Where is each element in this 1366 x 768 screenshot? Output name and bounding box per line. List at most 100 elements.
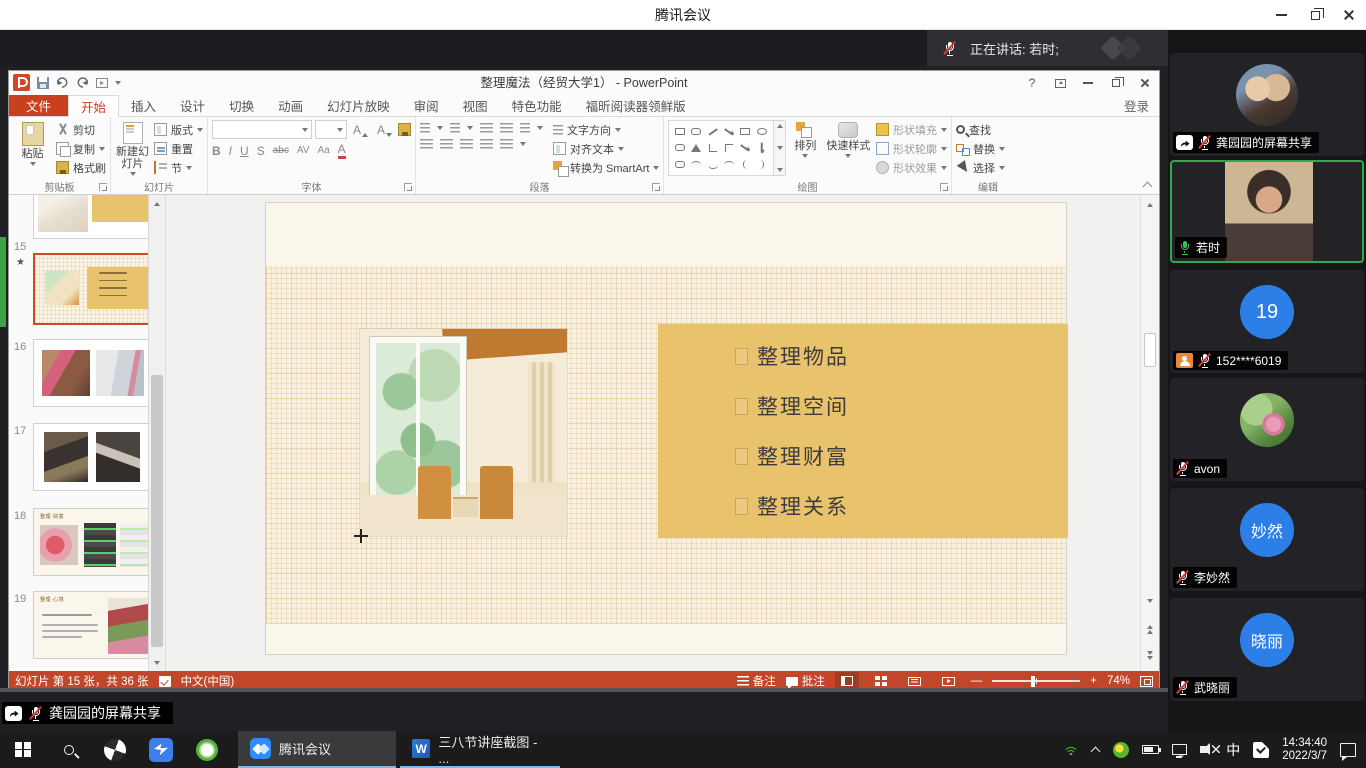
shape-cell[interactable] [757, 128, 767, 135]
font-color-button[interactable]: A [338, 142, 346, 159]
speaker-muted-icon[interactable] [1200, 746, 1207, 753]
paste-button[interactable]: 粘贴 [13, 120, 52, 178]
ppt-minimize-button[interactable] [1073, 71, 1103, 95]
numbering-caret-icon[interactable] [467, 126, 473, 130]
clipboard-dialog-launcher[interactable] [99, 183, 107, 191]
shape-cell[interactable] [725, 128, 734, 135]
shape-cell[interactable] [761, 143, 763, 153]
zoom-out-button[interactable]: — [971, 675, 983, 687]
battery-icon[interactable] [1142, 745, 1159, 754]
line-spacing-caret-icon[interactable] [537, 126, 543, 130]
minimize-button[interactable] [1264, 0, 1298, 30]
canvas-scroll-down[interactable] [1141, 593, 1159, 609]
cut-button[interactable]: 剪切 [56, 120, 106, 139]
slide-thumbnails-pane[interactable]: 15 ★ 16 17 [9, 195, 166, 671]
char-spacing-button[interactable]: AV [297, 145, 310, 156]
columns-icon[interactable] [500, 139, 513, 149]
participant-tile-speaking[interactable]: 若时 [1170, 160, 1364, 263]
thumbnails-scroll-thumb[interactable] [151, 375, 163, 647]
browser-app-button[interactable] [184, 731, 230, 768]
columns-caret-icon[interactable] [520, 142, 526, 146]
ppt-restore-button[interactable] [1101, 71, 1131, 95]
bullets-caret-icon[interactable] [437, 126, 443, 130]
canvas-scroll-up[interactable] [1141, 197, 1159, 213]
participant-tile[interactable]: 晓丽 武晓丽 [1170, 598, 1364, 701]
layout-button[interactable]: 版式 [154, 120, 203, 139]
replace-button[interactable]: 替换 [956, 139, 1005, 158]
arrange-button[interactable]: 排列 [790, 120, 821, 178]
increase-indent-icon[interactable] [500, 123, 513, 133]
shapes-gallery[interactable] [668, 120, 774, 176]
thumbnail-slide-16[interactable] [33, 339, 153, 407]
shape-cell[interactable] [740, 128, 750, 135]
shape-outline-button[interactable]: 形状轮廓 [876, 139, 947, 158]
tab-foxit[interactable]: 福昕阅读器领鲜版 [574, 95, 698, 116]
italic-button[interactable]: I [229, 144, 232, 158]
find-button[interactable]: 查找 [956, 120, 1005, 139]
shape-cell[interactable] [691, 128, 701, 135]
action-center-icon[interactable] [1340, 743, 1356, 757]
copy-button[interactable]: 复制 [56, 139, 106, 158]
shrink-font-button[interactable]: A [374, 123, 395, 137]
previous-slide-button[interactable] [1141, 621, 1159, 637]
thumbnail-slide-14[interactable] [33, 195, 153, 239]
shape-cell[interactable] [709, 144, 717, 152]
shape-cell[interactable] [760, 160, 764, 169]
notes-button[interactable]: 备注 [737, 673, 776, 689]
shape-cell[interactable] [741, 145, 750, 152]
align-text-button[interactable]: 对齐文本 [553, 139, 659, 158]
tab-special-features[interactable]: 特色功能 [500, 95, 574, 116]
taskbar-clock[interactable]: 14:34:40 2022/3/7 [1282, 737, 1327, 763]
select-button[interactable]: 选择 [956, 158, 1005, 177]
font-name-combo[interactable] [212, 120, 312, 139]
numbering-icon[interactable] [450, 123, 460, 133]
new-slide-button[interactable]: 新建幻灯片 [115, 120, 150, 178]
slide-canvas[interactable]: 整理物品 整理空间 整理财富 整理关系 [167, 195, 1140, 671]
slide-text-box[interactable]: 整理物品 整理空间 整理财富 整理关系 [658, 324, 1068, 538]
security-tray-icon[interactable] [1253, 742, 1269, 758]
wifi-icon[interactable] [1063, 744, 1079, 756]
ime-indicator[interactable]: 中 [1226, 740, 1240, 760]
shape-effects-button[interactable]: 形状效果 [876, 158, 947, 177]
shape-cell[interactable] [725, 144, 733, 152]
shadow-button[interactable]: S [257, 144, 265, 158]
shape-cell[interactable] [724, 161, 734, 169]
collapse-ribbon-button[interactable] [1143, 180, 1151, 188]
shapes-scroll-up-icon[interactable] [777, 124, 783, 128]
tab-view[interactable]: 视图 [451, 95, 500, 116]
tab-review[interactable]: 审阅 [402, 95, 451, 116]
shapes-scroll-down-icon[interactable] [777, 146, 783, 150]
shape-cell[interactable] [743, 160, 747, 169]
network-icon[interactable] [1172, 744, 1187, 755]
bold-button[interactable]: B [212, 144, 221, 158]
smartart-button[interactable]: 转换为 SmartArt [553, 158, 659, 177]
bullets-icon[interactable] [420, 123, 430, 133]
zoom-slider[interactable] [992, 680, 1080, 682]
zoom-handle[interactable] [1031, 676, 1035, 687]
change-case-button[interactable]: Aa [317, 145, 329, 156]
tab-file[interactable]: 文件 [9, 95, 68, 116]
decrease-indent-icon[interactable] [480, 123, 493, 133]
text-direction-button[interactable]: 文字方向 [553, 120, 659, 139]
shape-cell[interactable] [675, 161, 685, 168]
shape-fill-button[interactable]: 形状填充 [876, 120, 947, 139]
align-center-icon[interactable] [440, 139, 453, 149]
tray-expand-icon[interactable] [1092, 746, 1100, 754]
thumbnail-slide-17[interactable] [33, 423, 153, 491]
fit-to-window-icon[interactable] [1140, 676, 1153, 687]
font-dialog-launcher[interactable] [404, 183, 412, 191]
thumbnails-scroll-down[interactable] [149, 654, 165, 671]
tab-animations[interactable]: 动画 [266, 95, 315, 116]
quick-styles-button[interactable]: 快速样式 [825, 120, 872, 178]
format-painter-button[interactable]: 格式刷 [56, 158, 106, 177]
participant-tile[interactable]: 妙然 李妙然 [1170, 488, 1364, 591]
login-link[interactable]: 登录 [1124, 95, 1159, 116]
shape-cell[interactable] [708, 161, 718, 169]
tab-transitions[interactable]: 切换 [217, 95, 266, 116]
thumbnails-scroll-up[interactable] [149, 195, 165, 212]
thumbnail-slide-19[interactable]: 整理·心境 [33, 591, 153, 659]
ppt-close-button[interactable] [1129, 71, 1159, 95]
shapes-more-icon[interactable] [777, 168, 783, 172]
zoom-percent[interactable]: 74% [1107, 675, 1130, 687]
underline-button[interactable]: U [240, 144, 249, 158]
